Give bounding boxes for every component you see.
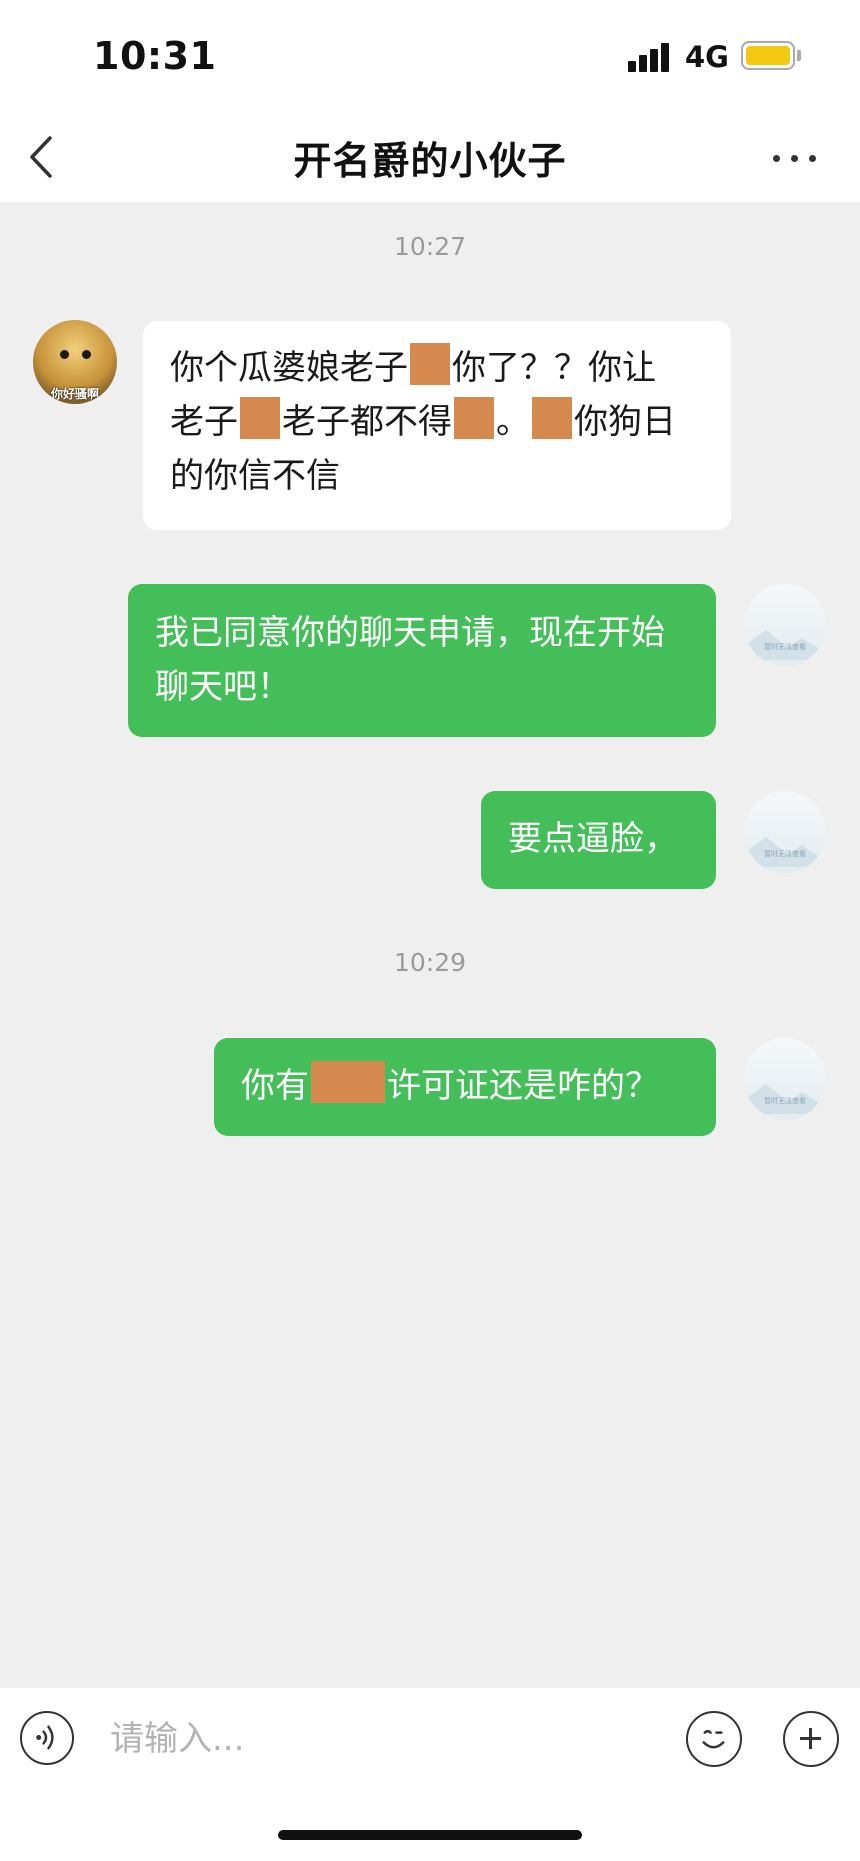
outgoing-message-bubble[interactable]: 你有 许可证还是咋的？ — [214, 1038, 716, 1136]
message-line: 老子 老子都不得。你狗日 — [170, 395, 713, 449]
redaction-block — [410, 343, 450, 385]
redaction-block — [240, 397, 280, 439]
avatar-caption: 暂时无法查看 — [764, 643, 806, 651]
my-avatar[interactable]: 暂时无法查看 — [744, 584, 826, 666]
message-text: 我已同意你的聊天申请，现在开始聊天吧！ — [155, 613, 665, 707]
home-indicator — [278, 1830, 582, 1840]
message-text: 要点逼脸， — [508, 819, 678, 859]
more-horizontal-icon — [773, 155, 780, 162]
redaction-block — [532, 397, 572, 439]
more-button[interactable] — [770, 132, 820, 182]
battery-icon — [741, 41, 795, 70]
status-time: 10:31 — [93, 34, 217, 78]
redaction-block — [454, 397, 494, 439]
message-line: 你个瓜婆娘老子 你了？？你让 — [170, 341, 713, 395]
network-type: 4G — [685, 40, 729, 74]
contact-avatar[interactable]: 你好骚啊 — [33, 320, 117, 404]
avatar-caption: 暂时无法查看 — [764, 1097, 806, 1105]
redaction-block — [311, 1061, 385, 1103]
message-input[interactable] — [108, 1713, 672, 1765]
signal-icon — [628, 42, 670, 72]
my-avatar[interactable]: 暂时无法查看 — [744, 1038, 826, 1120]
avatar-caption: 暂时无法查看 — [764, 850, 806, 858]
message-line: 的你信不信 — [170, 456, 340, 496]
status-bar: 10:31 4G — [0, 0, 860, 112]
emoji-icon — [702, 1729, 725, 1749]
voice-button[interactable] — [20, 1711, 74, 1765]
my-avatar[interactable]: 暂时无法查看 — [744, 791, 826, 873]
emoji-button[interactable] — [686, 1711, 742, 1767]
battery-tip — [797, 50, 801, 61]
timestamp: 10:29 — [393, 948, 467, 977]
battery-level — [746, 46, 790, 65]
voice-icon — [36, 1725, 54, 1750]
chat-header: 开名爵的小伙子 — [0, 112, 860, 202]
plus-button[interactable] — [783, 1711, 839, 1767]
timestamp: 10:27 — [393, 232, 467, 261]
avatar-caption: 你好骚啊 — [50, 387, 99, 401]
incoming-message-bubble[interactable]: 你个瓜婆娘老子 你了？？你让 老子 老子都不得。你狗日 的你信不信 — [143, 321, 731, 530]
outgoing-message-bubble[interactable]: 我已同意你的聊天申请，现在开始聊天吧！ — [128, 584, 716, 737]
outgoing-message-bubble[interactable]: 要点逼脸， — [481, 791, 716, 889]
chat-title: 开名爵的小伙子 — [293, 139, 567, 183]
